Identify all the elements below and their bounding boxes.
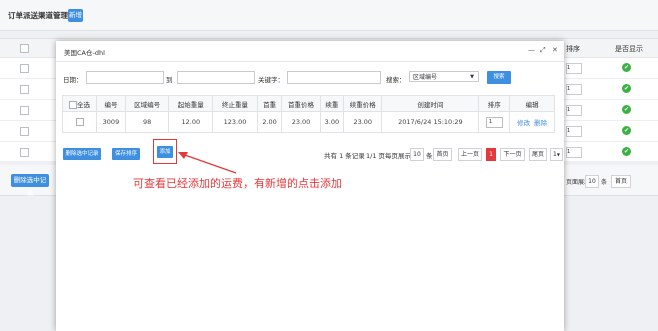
row-checkbox[interactable] [20, 85, 29, 94]
next-page-button[interactable]: 下一页 [500, 148, 525, 161]
add-button[interactable]: 新增 [68, 9, 83, 22]
jump-page-select[interactable]: 1▼ [550, 148, 563, 161]
row-sort-input[interactable]: 1 [566, 126, 582, 137]
extra-weight-price-cell: 23.00 [343, 111, 383, 133]
show-column-header: 是否显示 [615, 45, 643, 53]
save-sort-button[interactable]: 保存排序 [112, 148, 140, 160]
dialog-header: 美国CA仓-dhl — ⤢ ✕ [56, 41, 564, 62]
fee-table: 全选 编号 区域编号 起始重量 终止重量 首重 首重价格 续重 续重价格 创建时… [61, 95, 555, 133]
col-header: 续重价格 [343, 95, 383, 112]
prev-page-button[interactable]: 上一页 [458, 148, 482, 161]
last-page-button[interactable]: 尾页 [529, 148, 547, 161]
col-header: 起始重量 [168, 95, 214, 112]
edit-cell: 修改 删除 [509, 111, 555, 133]
check-icon[interactable]: ✔ [622, 105, 631, 114]
first-weight-price-cell: 23.00 [281, 111, 321, 133]
row-checkbox[interactable] [20, 148, 29, 157]
row-checkbox[interactable] [20, 127, 29, 136]
row-sort-input[interactable]: 1 [566, 147, 582, 158]
col-header: 首重 [256, 95, 283, 112]
region-code-cell: 98 [124, 111, 170, 133]
first-page-button[interactable]: 首页 [611, 175, 631, 188]
fee-table-header: 全选 编号 区域编号 起始重量 终止重量 首重 首重价格 续重 续重价格 创建时… [61, 95, 555, 112]
check-icon[interactable]: ✔ [622, 147, 631, 156]
first-page-button[interactable]: 首页 [433, 148, 452, 161]
select-all-checkbox[interactable] [69, 100, 78, 109]
search-type-label: 搜索： [386, 76, 406, 84]
sort-column-header: 排序 [566, 45, 580, 53]
page-title: 订单派送渠道管理 [8, 11, 68, 20]
sort-cell: 1 [478, 111, 511, 133]
row-select-cell [61, 111, 98, 133]
row-sort-input[interactable]: 1 [566, 63, 582, 74]
col-header: 续重 [319, 95, 345, 112]
select-all-header[interactable]: 全选 [61, 95, 98, 112]
check-icon[interactable]: ✔ [622, 84, 631, 93]
row-sort-input[interactable]: 1 [566, 105, 582, 116]
id-cell: 3009 [96, 111, 126, 133]
col-header: 创建时间 [381, 95, 480, 112]
per-page-input[interactable]: 10 [410, 148, 424, 161]
extra-weight-cell: 3.00 [319, 111, 345, 133]
keyword-label: 关键字： [258, 76, 284, 84]
date-label: 日期： [63, 76, 83, 84]
check-icon[interactable]: ✔ [622, 63, 631, 72]
end-date-input[interactable] [177, 71, 255, 84]
col-header: 区域编号 [124, 95, 170, 112]
start-weight-cell: 12.00 [168, 111, 214, 133]
close-icon[interactable]: ✕ [552, 46, 558, 55]
dropdown-caret-icon: ▼ [470, 74, 474, 80]
delete-link[interactable]: 删除 [534, 119, 547, 127]
keyword-input[interactable] [287, 71, 381, 84]
sort-input[interactable]: 1 [485, 116, 503, 128]
first-weight-cell: 2.00 [256, 111, 283, 133]
col-header: 编号 [96, 95, 126, 112]
col-header: 首重价格 [281, 95, 321, 112]
col-header: 排序 [478, 95, 511, 112]
start-date-input[interactable] [86, 71, 164, 84]
col-header: 编辑 [509, 95, 555, 112]
col-header: 终止重量 [212, 95, 258, 112]
edit-link[interactable]: 修改 [517, 119, 530, 127]
created-time-cell: 2017/6/24 15:10:29 [381, 111, 480, 133]
page-size-input[interactable]: 10 [585, 175, 599, 188]
pager-unit: 条 [601, 179, 608, 186]
total-records: 共有 1 条记录 [324, 152, 365, 160]
page-header: 订单派送渠道管理 新增 [0, 0, 658, 31]
per-page-label: 每页展示 [385, 152, 411, 160]
row-checkbox[interactable] [20, 64, 29, 73]
per-page-unit: 条 [426, 152, 433, 160]
annotation-arrow-icon [178, 152, 237, 174]
delete-selected-button[interactable]: 删除选中记录 [11, 174, 49, 197]
row-checkbox[interactable] [75, 118, 84, 126]
current-page[interactable]: 1 [486, 148, 496, 161]
search-type-select[interactable]: 区域编号 ▼ [409, 71, 479, 82]
table-row: 3009 98 12.00 123.00 2.00 23.00 3.00 23.… [61, 111, 555, 133]
row-checkbox[interactable] [20, 106, 29, 115]
dialog-title: 美国CA仓-dhl [64, 49, 105, 57]
row-sort-input[interactable]: 1 [566, 84, 582, 95]
end-weight-cell: 123.00 [212, 111, 258, 133]
delete-selected-button[interactable]: 删除选中记录 [63, 148, 101, 160]
check-icon[interactable]: ✔ [622, 126, 631, 135]
annotation-text: 可查看已经添加的运费，有新增的点击添加 [133, 177, 342, 190]
search-type-value: 区域编号 [413, 74, 438, 81]
minimize-icon[interactable]: — [528, 46, 535, 55]
select-all-checkbox[interactable] [20, 44, 29, 53]
search-button[interactable]: 搜索 [487, 71, 511, 84]
page-count: 1/1 页 [366, 152, 386, 160]
maximize-icon[interactable]: ⤢ [540, 46, 546, 55]
date-to-label: 到 [166, 76, 173, 84]
